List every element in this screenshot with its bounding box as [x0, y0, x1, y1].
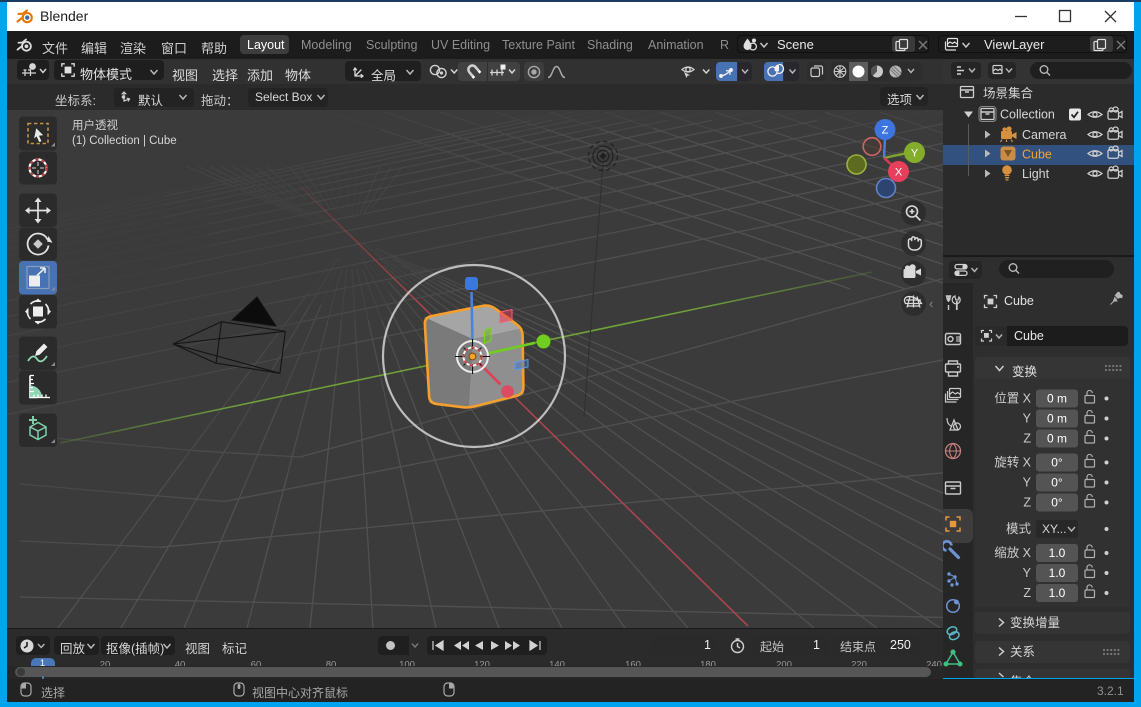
- svg-text:1.0: 1.0: [1049, 546, 1066, 560]
- svg-text:1.0: 1.0: [1049, 566, 1066, 580]
- svg-text:1.0: 1.0: [1049, 586, 1066, 600]
- svg-text:Z: Z: [882, 125, 889, 137]
- svg-text:Y: Y: [1023, 412, 1032, 426]
- svg-text:0°: 0°: [1051, 476, 1063, 490]
- svg-text:Collection: Collection: [1000, 108, 1055, 122]
- svg-text:Z: Z: [1023, 432, 1031, 446]
- svg-text:Light: Light: [1022, 167, 1050, 181]
- svg-text:0 m: 0 m: [1047, 392, 1067, 406]
- svg-text:旋转 X: 旋转 X: [994, 455, 1031, 470]
- svg-text:Y: Y: [1023, 476, 1032, 490]
- svg-text:Cube: Cube: [1022, 148, 1052, 162]
- svg-text:Y: Y: [911, 148, 919, 160]
- svg-text:Camera: Camera: [1022, 128, 1067, 142]
- svg-text:Z: Z: [1023, 496, 1031, 510]
- svg-text:0 m: 0 m: [1047, 432, 1067, 446]
- svg-text:模式: 模式: [1006, 522, 1032, 536]
- svg-text:XY...: XY...: [1042, 522, 1066, 536]
- svg-text:Y: Y: [1023, 566, 1032, 580]
- svg-text:0 m: 0 m: [1047, 412, 1067, 426]
- svg-text:位置 X: 位置 X: [994, 391, 1031, 406]
- svg-text:0°: 0°: [1051, 496, 1063, 510]
- svg-text:0°: 0°: [1051, 456, 1063, 470]
- svg-text:X: X: [895, 167, 903, 179]
- svg-text:Z: Z: [1023, 586, 1031, 600]
- svg-text:缩放 X: 缩放 X: [994, 545, 1031, 560]
- svg-text:场景集合: 场景集合: [983, 86, 1034, 101]
